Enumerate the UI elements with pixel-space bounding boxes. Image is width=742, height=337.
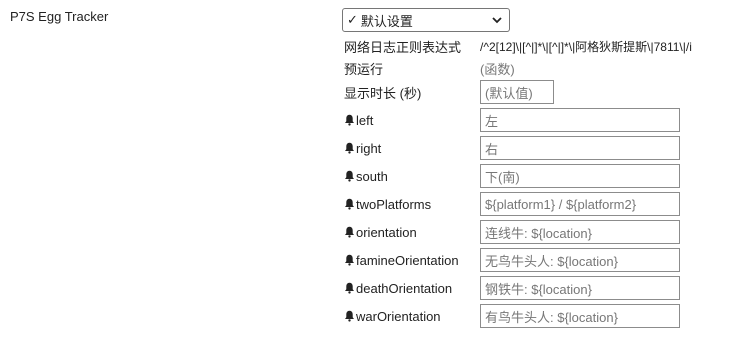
trigger-config-select[interactable]: ✓ 默认设置 — [342, 8, 510, 32]
output-row-twoplatforms: twoPlatforms ${platform1} / ${platform2} — [344, 192, 680, 216]
output-row-famineorientation: famineOrientation 无鸟牛头人: ${location} — [344, 248, 680, 272]
chevron-down-icon — [492, 17, 502, 24]
select-value: 默认设置 — [360, 13, 413, 29]
output-label: orientation — [344, 225, 480, 240]
output-key: left — [356, 112, 374, 128]
bell-icon — [345, 282, 354, 294]
bell-icon — [345, 310, 354, 322]
output-row-warorientation: warOrientation 有鸟牛头人: ${location} — [344, 304, 680, 328]
bell-icon — [345, 198, 354, 210]
duration-label: 显示时长 (秒) — [344, 85, 422, 101]
regex-label: 网络日志正则表达式 — [344, 39, 462, 55]
regex-row: 网络日志正则表达式 /^2[12]\|[^|]*\|[^|]*\|阿格狄斯提斯\… — [344, 34, 692, 58]
output-input-famineorientation[interactable]: 无鸟牛头人: ${location} — [480, 248, 680, 272]
trigger-name: P7S Egg Tracker — [10, 9, 109, 24]
output-row-right: right 右 — [344, 136, 680, 160]
output-row-deathorientation: deathOrientation 钢铁牛: ${location} — [344, 276, 680, 300]
output-key: deathOrientation — [356, 280, 453, 296]
output-label: deathOrientation — [344, 281, 480, 296]
output-key: orientation — [356, 224, 417, 240]
output-key: warOrientation — [356, 308, 441, 324]
output-input-orientation[interactable]: 连线牛: ${location} — [480, 220, 680, 244]
bell-icon — [345, 114, 354, 126]
regex-value: /^2[12]\|[^|]*\|[^|]*\|阿格狄斯提斯\|7811\|/i — [480, 39, 692, 54]
output-label: famineOrientation — [344, 253, 480, 268]
output-input-south[interactable]: 下(南) — [480, 164, 680, 188]
output-input-right[interactable]: 右 — [480, 136, 680, 160]
prerun-row: 预运行 (函数) — [344, 56, 515, 80]
output-row-left: left 左 — [344, 108, 680, 132]
prerun-value: (函数) — [480, 61, 515, 77]
output-key: twoPlatforms — [356, 196, 432, 212]
output-key: famineOrientation — [356, 252, 459, 268]
output-input-twoplatforms[interactable]: ${platform1} / ${platform2} — [480, 192, 680, 216]
output-label: south — [344, 169, 480, 184]
bell-icon — [345, 170, 354, 182]
output-key: right — [356, 140, 382, 156]
output-key: south — [356, 168, 388, 184]
output-label: left — [344, 113, 480, 128]
prerun-label: 预运行 — [344, 61, 384, 77]
bell-icon — [345, 254, 354, 266]
check-mark: ✓ — [347, 12, 358, 27]
output-label: right — [344, 141, 480, 156]
output-input-deathorientation[interactable]: 钢铁牛: ${location} — [480, 276, 680, 300]
output-input-left[interactable]: 左 — [480, 108, 680, 132]
duration-input[interactable]: (默认值) — [480, 80, 554, 104]
output-label: warOrientation — [344, 309, 480, 324]
output-input-warorientation[interactable]: 有鸟牛头人: ${location} — [480, 304, 680, 328]
bell-icon — [345, 142, 354, 154]
output-row-orientation: orientation 连线牛: ${location} — [344, 220, 680, 244]
duration-row: 显示时长 (秒) (默认值) — [344, 80, 554, 104]
bell-icon — [345, 226, 354, 238]
output-label: twoPlatforms — [344, 197, 480, 212]
output-row-south: south 下(南) — [344, 164, 680, 188]
